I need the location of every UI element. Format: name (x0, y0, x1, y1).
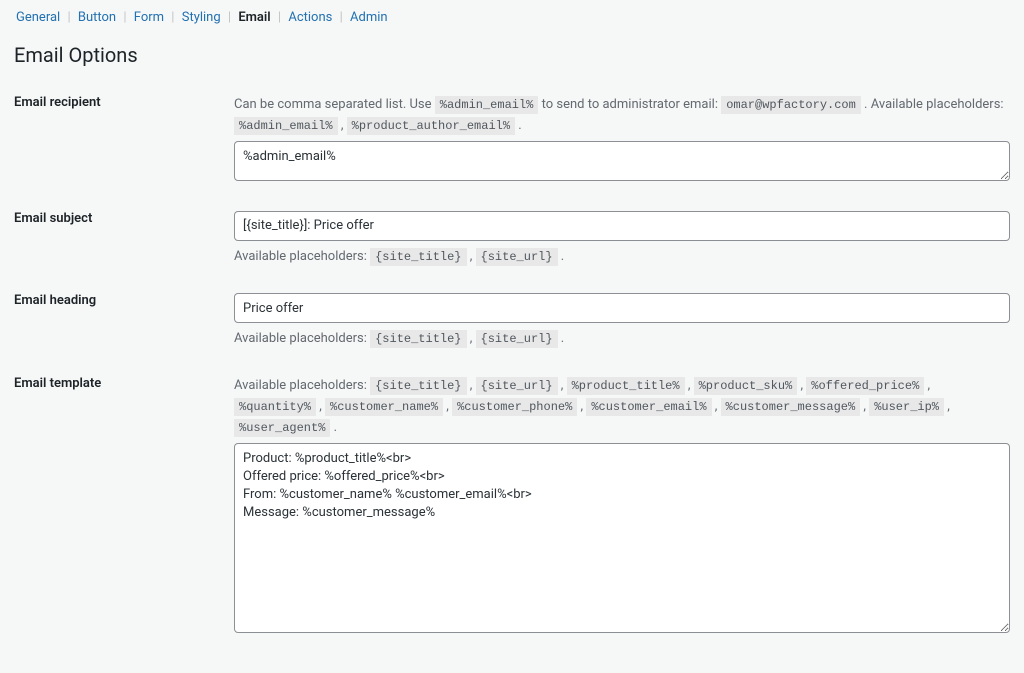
label-email-template: Email template (14, 376, 234, 391)
code-placeholder: %user_ip% (869, 398, 944, 416)
tab-email[interactable]: Email (236, 10, 272, 25)
desc-email-recipient: Can be comma separated list. Use %admin_… (234, 95, 1010, 137)
tab-separator: | (340, 10, 343, 25)
code-placeholder: %admin_email% (234, 117, 338, 135)
label-email-recipient: Email recipient (14, 95, 234, 110)
tab-styling[interactable]: Styling (180, 10, 223, 25)
code-placeholder: {site_url} (476, 330, 558, 348)
code-placeholder: %product_sku% (694, 377, 798, 395)
tab-admin[interactable]: Admin (348, 10, 390, 25)
code-placeholder: {site_url} (476, 377, 558, 395)
tab-general[interactable]: General (14, 10, 62, 25)
label-email-heading: Email heading (14, 293, 234, 308)
code-placeholder: {site_title} (370, 248, 466, 266)
tab-button[interactable]: Button (76, 10, 118, 25)
tab-separator: | (278, 10, 281, 25)
code-placeholder: %product_author_email% (347, 117, 515, 135)
email-recipient-input[interactable]: %admin_email% (234, 141, 1010, 181)
settings-tabs: General | Button | Form | Styling | Emai… (14, 10, 1010, 25)
page-title: Email Options (14, 43, 1010, 67)
desc-email-subject: Available placeholders: {site_title} , {… (234, 247, 1010, 268)
email-template-input[interactable]: Product: %product_title%<br> Offered pri… (234, 443, 1010, 633)
code-placeholder: %quantity% (234, 398, 316, 416)
tab-separator: | (67, 10, 70, 25)
code-placeholder: %customer_message% (721, 398, 861, 416)
email-subject-input[interactable] (234, 211, 1010, 241)
code-placeholder: %user_agent% (234, 419, 330, 437)
tab-form[interactable]: Form (132, 10, 166, 25)
row-email-heading: Email heading Available placeholders: {s… (14, 293, 1010, 350)
row-email-template: Email template Available placeholders: {… (14, 376, 1010, 636)
desc-email-template: Available placeholders: {site_title} , {… (234, 376, 1010, 438)
tab-separator: | (228, 10, 231, 25)
row-email-recipient: Email recipient Can be comma separated l… (14, 95, 1010, 185)
code-placeholder: %customer_email% (586, 398, 711, 416)
code-placeholder: %customer_phone% (452, 398, 577, 416)
code-placeholder: %customer_name% (325, 398, 443, 416)
tab-actions[interactable]: Actions (286, 10, 334, 25)
email-heading-input[interactable] (234, 293, 1010, 323)
code-placeholder: %offered_price% (806, 377, 924, 395)
code-placeholder: %admin_email% (435, 96, 539, 114)
code-placeholder: {site_title} (370, 377, 466, 395)
row-email-subject: Email subject Available placeholders: {s… (14, 211, 1010, 268)
code-admin-email: omar@wpfactory.com (721, 96, 861, 114)
code-placeholder: {site_title} (370, 330, 466, 348)
label-email-subject: Email subject (14, 211, 234, 226)
tab-separator: | (171, 10, 174, 25)
code-placeholder: {site_url} (476, 248, 558, 266)
code-placeholder: %product_title% (567, 377, 685, 395)
tab-separator: | (123, 10, 126, 25)
desc-email-heading: Available placeholders: {site_title} , {… (234, 329, 1010, 350)
